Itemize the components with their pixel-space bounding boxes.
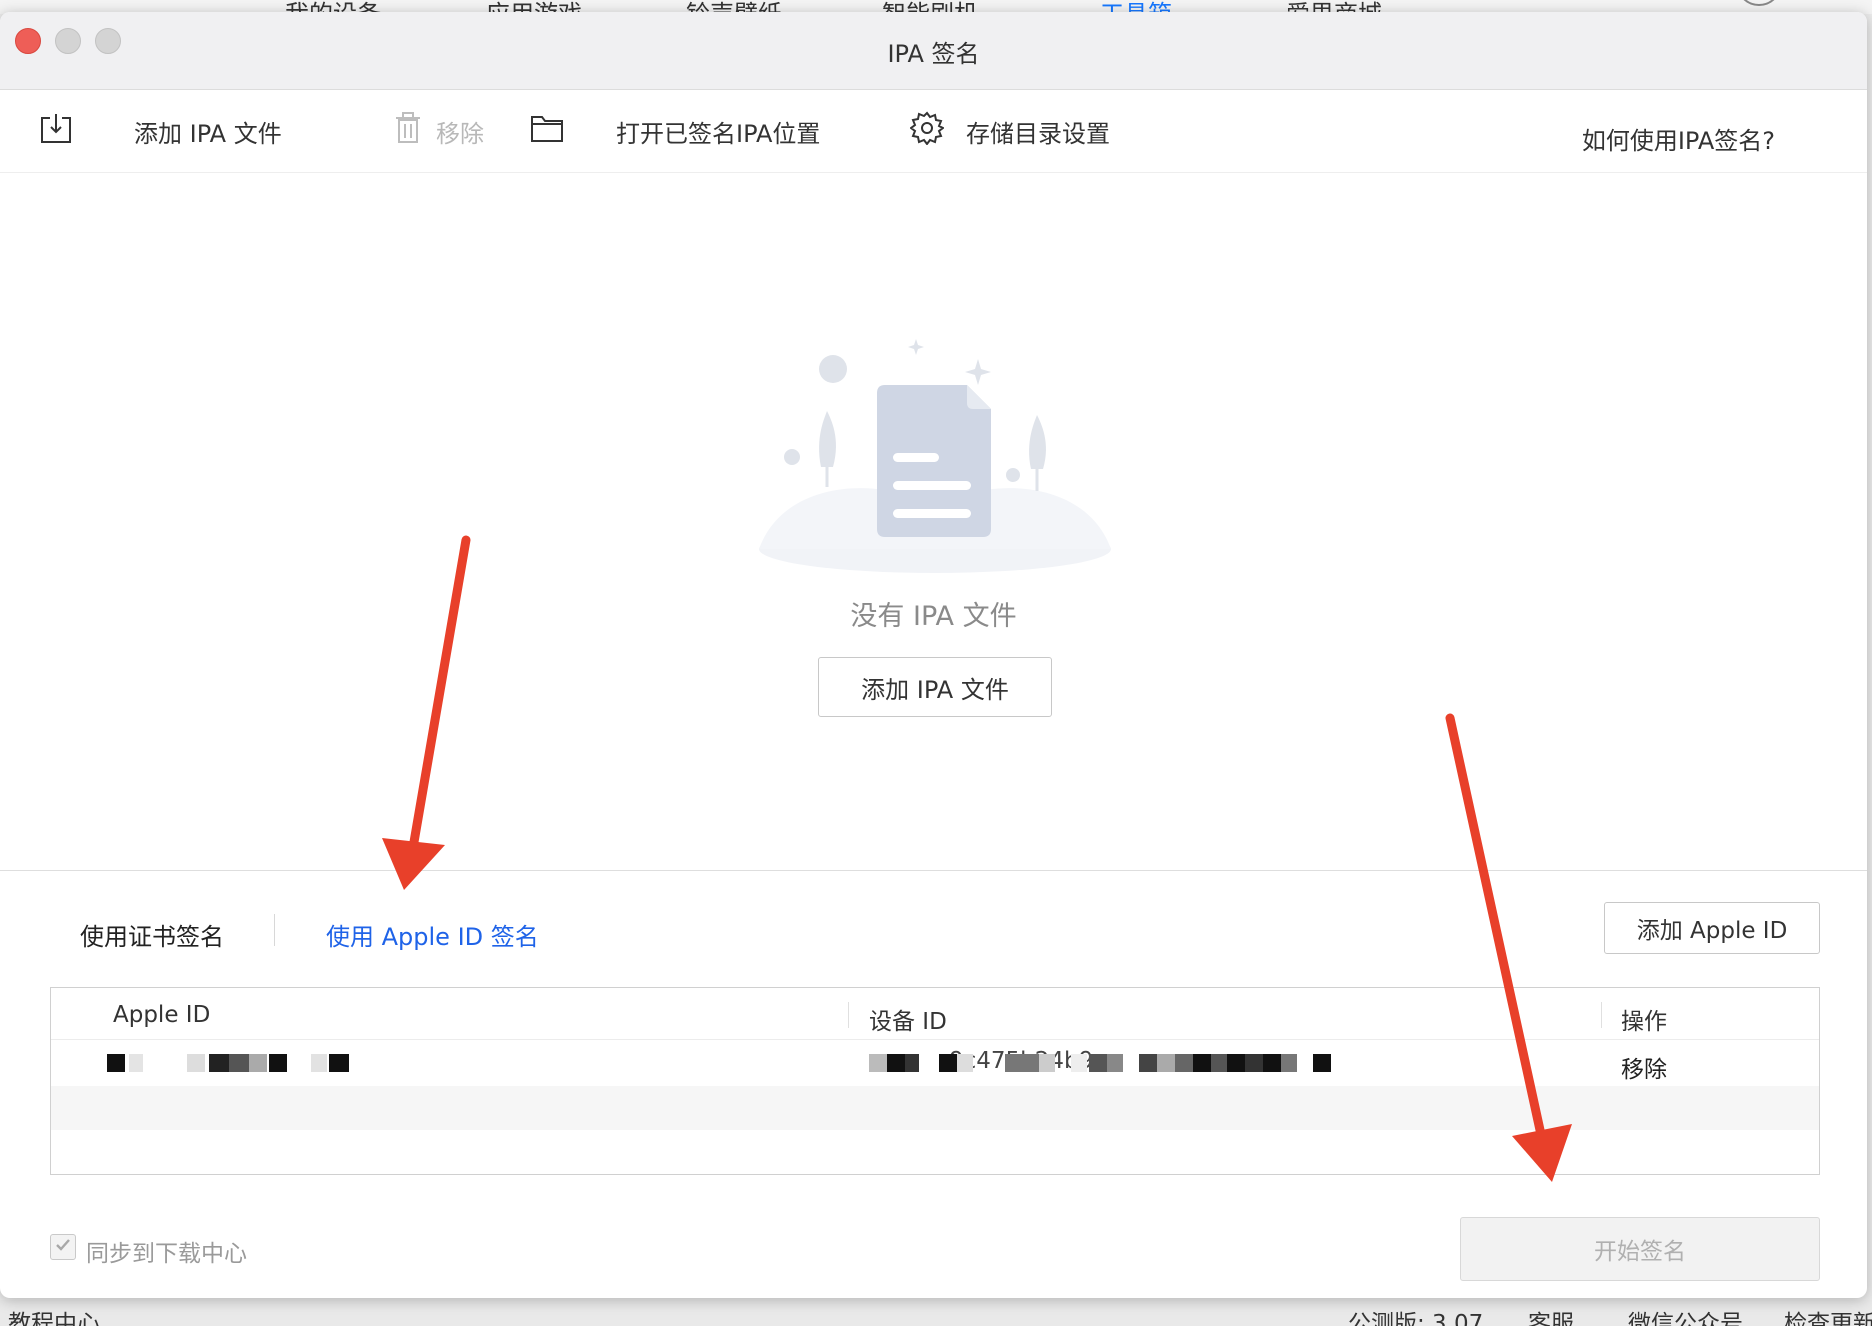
- import-icon: [40, 112, 72, 150]
- redaction-block: [1227, 1054, 1245, 1072]
- header-separator: [848, 1002, 849, 1028]
- bg-wechat: 微信公众号: [1628, 1311, 1743, 1326]
- redaction-block: [1175, 1054, 1193, 1072]
- redaction-block: [129, 1054, 143, 1072]
- table-row-empty: [51, 1086, 1819, 1130]
- redaction-block: [1089, 1054, 1107, 1072]
- title-bar: IPA 签名: [0, 12, 1867, 90]
- sync-download-label: 同步到下载中心: [86, 1241, 247, 1267]
- redaction-block: [107, 1054, 125, 1072]
- redaction-block: [957, 1054, 973, 1072]
- add-ipa-label: 添加 IPA 文件: [134, 119, 282, 148]
- bg-tutorial-center: 教程中心: [8, 1311, 100, 1326]
- table-row[interactable]: 9c475b24b9: [51, 1040, 1819, 1086]
- start-sign-button[interactable]: 开始签名: [1460, 1217, 1820, 1281]
- sync-download-checkbox[interactable]: [50, 1234, 76, 1260]
- remove-toolbar-button[interactable]: 移除: [394, 111, 484, 151]
- redaction-block: [1193, 1054, 1211, 1072]
- redaction-block: [229, 1054, 249, 1072]
- redaction-block: [329, 1054, 349, 1072]
- redaction-block: [869, 1054, 887, 1072]
- add-ipa-button[interactable]: 添加 IPA 文件: [818, 657, 1052, 717]
- redaction-block: [269, 1054, 287, 1072]
- background-status-bar: 教程中心 公测版: 3.07 客服 微信公众号 检查更新: [0, 1300, 1872, 1326]
- add-apple-id-button[interactable]: 添加 Apple ID: [1604, 902, 1820, 954]
- toolbar: 添加 IPA 文件 移除 打开已签名IPA位置 存储目录设置 如何使用IPA签名…: [0, 91, 1867, 173]
- redaction-block: [939, 1054, 957, 1072]
- redaction-block: [1245, 1054, 1263, 1072]
- device-id-cell: 9c475b24b9: [869, 1040, 1469, 1086]
- storage-settings-label: 存储目录设置: [966, 119, 1110, 148]
- remove-apple-id-link[interactable]: 移除: [1621, 1050, 1667, 1084]
- empty-state-message: 没有 IPA 文件: [850, 601, 1017, 632]
- redaction-block: [1039, 1054, 1055, 1072]
- redaction-block: [1281, 1054, 1297, 1072]
- header-apple-id: Apple ID: [113, 1002, 211, 1028]
- redaction-block: [187, 1054, 205, 1072]
- bg-avatar: [1736, 0, 1782, 6]
- bg-version: 公测版: 3.07: [1348, 1311, 1484, 1326]
- tab-cert-sign[interactable]: 使用证书签名: [80, 917, 224, 952]
- bg-check-update: 检查更新: [1784, 1311, 1872, 1326]
- ipa-sign-window: IPA 签名 添加 IPA 文件 移除 打开已签名IPA位置 存储目录设置 如何…: [0, 12, 1867, 1298]
- header-action: 操作: [1621, 1009, 1667, 1035]
- redaction-block: [1313, 1054, 1331, 1072]
- redaction-block: [1139, 1054, 1157, 1072]
- remove-label: 移除: [436, 119, 484, 148]
- redaction-block: [1071, 1054, 1087, 1072]
- checkmark-icon: [54, 1236, 72, 1258]
- redaction-block: [1107, 1054, 1123, 1072]
- bg-support: 客服: [1528, 1311, 1574, 1326]
- open-signed-location-button[interactable]: 打开已签名IPA位置: [530, 111, 820, 151]
- empty-document-illustration: [755, 327, 1115, 587]
- redaction-block: [1263, 1054, 1281, 1072]
- tab-separator: [274, 914, 275, 946]
- how-to-use-link[interactable]: 如何使用IPA签名?: [1582, 121, 1775, 156]
- redaction-block: [905, 1054, 919, 1072]
- window-title: IPA 签名: [887, 40, 980, 68]
- open-signed-label: 打开已签名IPA位置: [616, 119, 821, 148]
- redaction-block: [311, 1054, 327, 1072]
- header-device-id: 设备 ID: [869, 1009, 947, 1035]
- tab-appleid-sign[interactable]: 使用 Apple ID 签名: [326, 917, 539, 952]
- storage-settings-button[interactable]: 存储目录设置: [909, 111, 1110, 151]
- table-header: Apple ID 设备 ID 操作: [51, 988, 1819, 1040]
- gear-icon: [909, 111, 945, 151]
- redaction-block: [249, 1054, 267, 1072]
- folder-icon: [530, 113, 564, 149]
- redaction-block: [1005, 1054, 1039, 1072]
- apple-id-cell-redacted: [91, 1040, 421, 1086]
- redaction-block: [1211, 1054, 1227, 1072]
- redaction-block: [1157, 1054, 1175, 1072]
- header-separator: [1601, 1002, 1602, 1028]
- section-divider: [0, 870, 1867, 871]
- redaction-block: [887, 1054, 905, 1072]
- trash-icon: [394, 112, 422, 150]
- apple-id-table: Apple ID 设备 ID 操作 9c475b24b9: [50, 987, 1820, 1175]
- add-ipa-toolbar-button[interactable]: 添加 IPA 文件: [40, 111, 282, 151]
- redaction-block: [209, 1054, 229, 1072]
